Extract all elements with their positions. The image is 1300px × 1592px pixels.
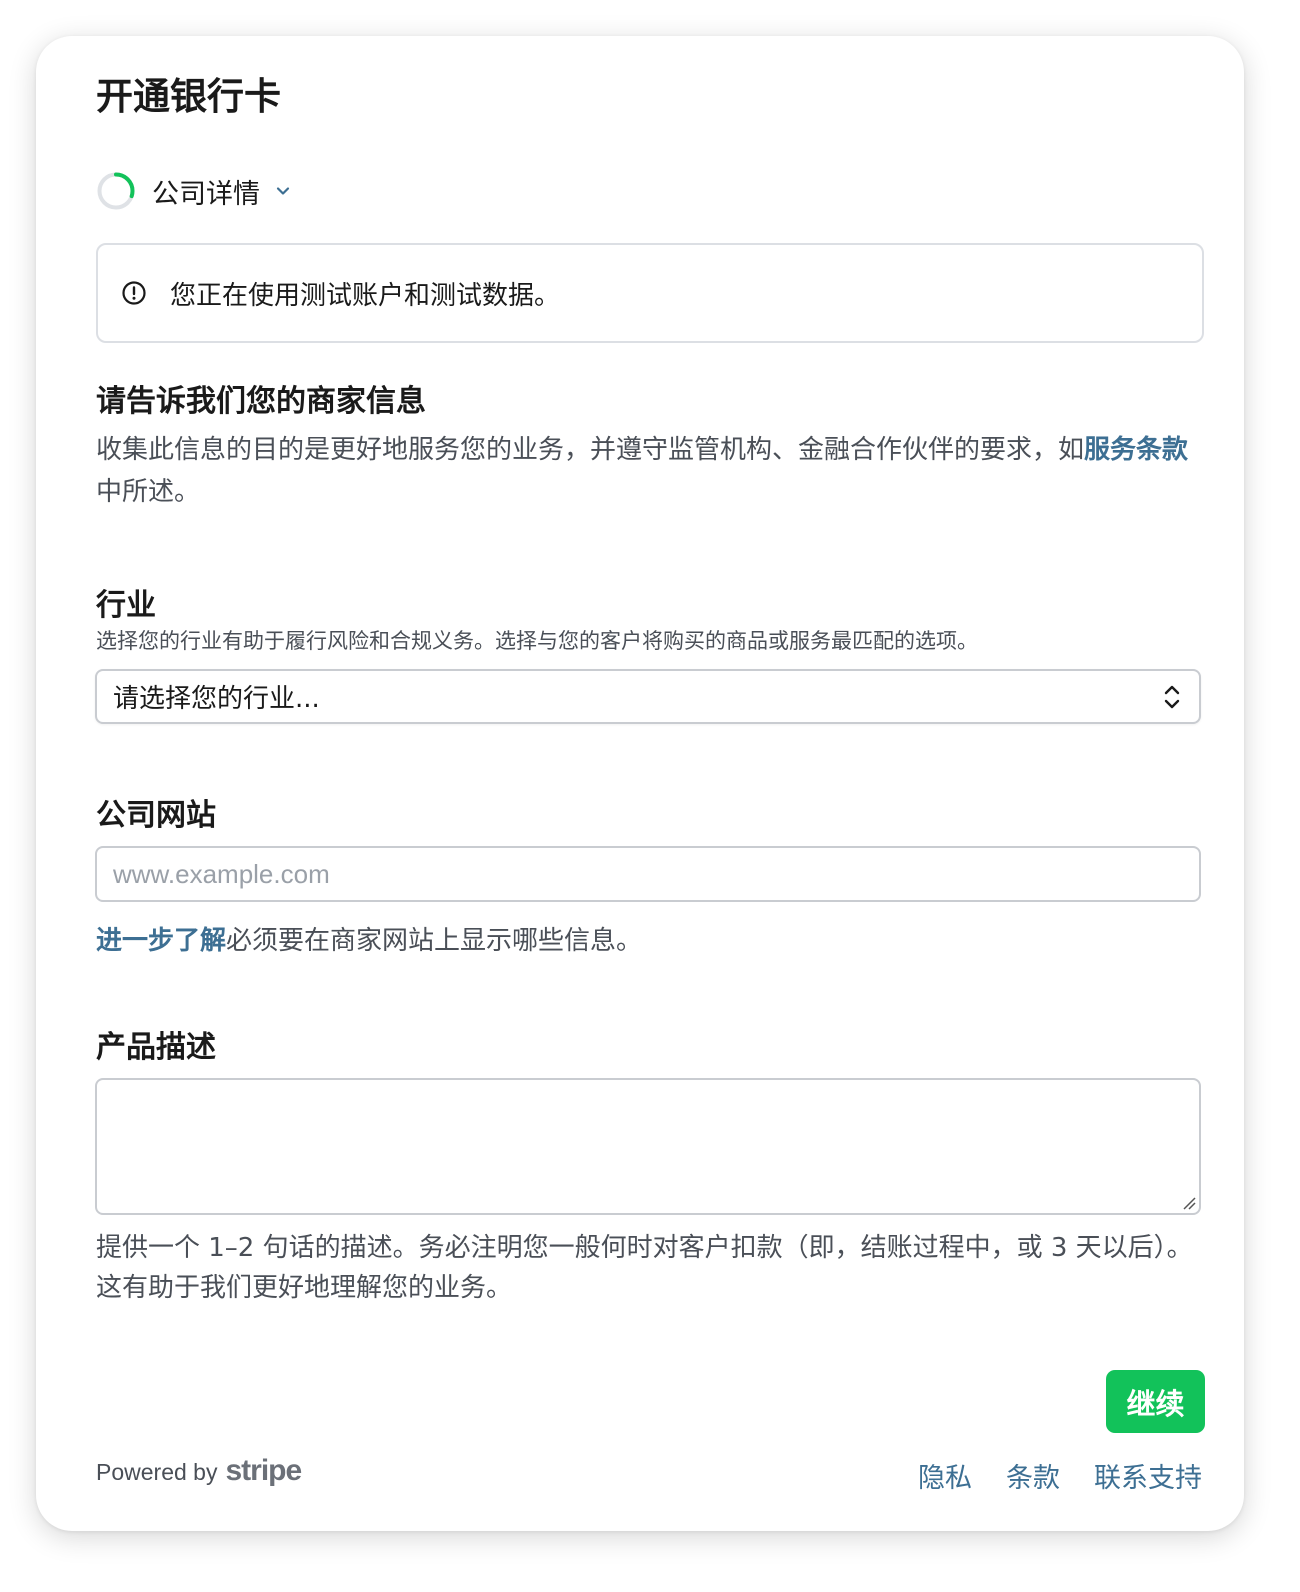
page-title: 开通银行卡 (96, 75, 281, 118)
website-label: 公司网站 (96, 798, 216, 833)
stripe-logo: stripe (225, 1454, 302, 1487)
terms-of-service-link[interactable]: 服务条款 (1084, 435, 1188, 465)
product-description-label: 产品描述 (96, 1030, 216, 1065)
learn-more-link[interactable]: 进一步了解 (96, 926, 226, 956)
business-info-description: 收集此信息的目的是更好地服务您的业务，并遵守监管机构、金融合作伙伴的要求，如服务… (96, 429, 1204, 513)
step-label: 公司详情 (152, 178, 260, 210)
product-description-textarea[interactable] (95, 1078, 1201, 1215)
website-help-text: 必须要在商家网站上显示哪些信息。 (226, 926, 643, 956)
footer-links: 隐私 条款 联系支持 (884, 1456, 1202, 1495)
website-input[interactable] (95, 846, 1201, 902)
contact-support-link[interactable]: 联系支持 (1094, 1456, 1202, 1495)
info-circle-icon (122, 281, 146, 305)
progress-ring-icon (97, 172, 135, 210)
notice-text: 您正在使用测试账户和测试数据。 (170, 280, 561, 311)
test-mode-notice: 您正在使用测试账户和测试数据。 (96, 243, 1204, 343)
chevron-down-icon (276, 187, 290, 195)
step-dropdown[interactable]: 公司详情 (96, 170, 292, 212)
powered-by-text: Powered by (96, 1459, 218, 1485)
description-text: 收集此信息的目的是更好地服务您的业务，并遵守监管机构、金融合作伙伴的要求，如 (96, 435, 1085, 465)
privacy-link[interactable]: 隐私 (918, 1456, 972, 1495)
product-description-help: 提供一个 1–2 句话的描述。务必注明您一般何时对客户扣款（即，结账过程中，或 … (96, 1233, 1193, 1303)
onboarding-card: 开通银行卡 公司详情 您正在使用测试账户和测试数据。 请告诉我们您的商家信息 收… (36, 36, 1244, 1531)
description-text-end: 中所述。 (96, 477, 201, 507)
industry-label: 行业 (96, 588, 156, 623)
resize-grip-icon[interactable] (1182, 1196, 1196, 1210)
industry-select-value: 请选择您的行业... (113, 684, 320, 714)
business-info-heading: 请告诉我们您的商家信息 (96, 384, 426, 419)
continue-button[interactable]: 继续 (1106, 1370, 1205, 1433)
powered-by-stripe[interactable]: Powered by stripe (96, 1454, 302, 1488)
industry-select[interactable]: 请选择您的行业... (95, 669, 1201, 724)
industry-hint: 选择您的行业有助于履行风险和合规义务。选择与您的客户将购买的商品或服务最匹配的选… (96, 629, 978, 653)
updown-chevron-icon (1164, 685, 1180, 708)
website-help: 进一步了解必须要在商家网站上显示哪些信息。 (96, 920, 642, 957)
terms-link[interactable]: 条款 (1006, 1456, 1060, 1495)
